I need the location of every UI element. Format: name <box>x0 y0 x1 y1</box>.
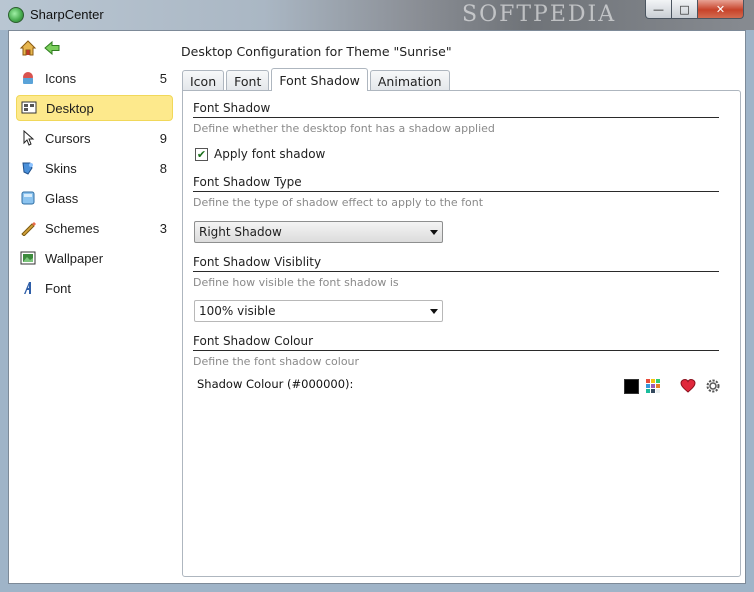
gear-icon[interactable] <box>705 378 721 394</box>
font-shadow-panel: Font Shadow Define whether the desktop f… <box>182 90 741 577</box>
shadow-colour-label: Shadow Colour (#000000): <box>197 377 354 391</box>
tab-font[interactable]: Font <box>226 70 270 91</box>
minimize-button[interactable]: — <box>645 0 672 19</box>
skins-icon <box>20 160 36 176</box>
section-desc-shadow-colour: Define the font shadow colour <box>193 355 360 368</box>
main-content: Desktop Configuration for Theme "Sunrise… <box>179 31 745 583</box>
shadow-colour-swatch[interactable] <box>624 379 639 394</box>
chevron-down-icon <box>430 309 438 314</box>
page-title: Desktop Configuration for Theme "Sunrise… <box>181 44 452 59</box>
sidebar-item-glass[interactable]: Glass <box>16 185 173 211</box>
glass-icon <box>20 190 36 206</box>
tab-icon[interactable]: Icon <box>182 70 225 91</box>
section-desc-font-shadow: Define whether the desktop font has a sh… <box>193 122 495 135</box>
section-desc-shadow-type: Define the type of shadow effect to appl… <box>193 196 484 209</box>
color-palette-icon[interactable] <box>646 379 660 393</box>
sidebar-item-cursors[interactable]: Cursors 9 <box>16 125 173 151</box>
app-icon <box>8 7 24 23</box>
sidebar-item-desktop[interactable]: Desktop <box>16 95 173 121</box>
sidebar-item-font[interactable]: Font <box>16 275 173 301</box>
minimize-icon: — <box>653 2 664 16</box>
checkmark-icon: ✔ <box>196 147 207 161</box>
watermark: SOFTPEDIA <box>462 2 617 27</box>
client-area: Icons 5 Desktop Cursors 9 Skins 8 Glass <box>8 30 746 584</box>
apply-font-shadow-label: Apply font shadow <box>214 147 326 161</box>
sidebar-item-schemes[interactable]: Schemes 3 <box>16 215 173 241</box>
section-title-shadow-colour: Font Shadow Colour <box>193 334 719 351</box>
close-button[interactable]: ✕ <box>697 0 744 19</box>
section-title-font-shadow: Font Shadow <box>193 101 719 118</box>
sidebar-item-label: Font <box>45 280 72 296</box>
sidebar-item-label: Skins <box>45 160 77 176</box>
apply-font-shadow-row[interactable]: ✔ Apply font shadow <box>195 147 325 161</box>
sidebar-item-icons[interactable]: Icons 5 <box>16 65 173 91</box>
title-bar[interactable]: SharpCenter SOFTPEDIA — □ ✕ <box>0 0 754 30</box>
sidebar-item-label: Icons <box>45 70 77 86</box>
home-icon[interactable] <box>19 39 37 57</box>
back-arrow-icon[interactable] <box>43 39 61 57</box>
shadow-type-value: Right Shadow <box>199 225 282 239</box>
section-title-shadow-visibility: Font Shadow Visiblity <box>193 255 719 272</box>
maximize-button[interactable]: □ <box>671 0 698 19</box>
navigation-buttons <box>19 39 61 57</box>
shadow-visibility-value: 100% visible <box>199 304 276 318</box>
sidebar-item-label: Wallpaper <box>45 250 104 266</box>
sidebar-item-label: Schemes <box>45 220 100 236</box>
favorite-heart-icon[interactable] <box>680 378 696 394</box>
shadow-visibility-select[interactable]: 100% visible <box>194 300 443 322</box>
sidebar-item-wallpaper[interactable]: Wallpaper <box>16 245 173 271</box>
desktop-icon <box>21 100 37 116</box>
sidebar-item-count: 8 <box>159 160 167 176</box>
sidebar-item-count: 5 <box>159 70 167 86</box>
font-icon <box>20 280 36 296</box>
schemes-icon <box>20 220 36 236</box>
wallpaper-icon <box>20 250 36 266</box>
section-desc-shadow-visibility: Define how visible the font shadow is <box>193 276 399 289</box>
icons-icon <box>20 70 36 86</box>
tab-animation[interactable]: Animation <box>369 70 450 91</box>
tab-font-shadow[interactable]: Font Shadow <box>271 68 368 91</box>
chevron-down-icon <box>430 230 438 235</box>
sharpcenter-window: SharpCenter SOFTPEDIA — □ ✕ Icons 5 Desk… <box>0 0 754 592</box>
tab-bar: Icon Font Font Shadow Animation <box>182 68 452 91</box>
shadow-type-select[interactable]: Right Shadow <box>194 221 443 243</box>
window-title: SharpCenter <box>30 7 104 22</box>
sidebar: Icons 5 Desktop Cursors 9 Skins 8 Glass <box>9 31 179 583</box>
apply-font-shadow-checkbox[interactable]: ✔ <box>195 147 208 161</box>
sidebar-item-label: Cursors <box>45 130 91 146</box>
maximize-icon: □ <box>679 2 690 16</box>
cursor-icon <box>20 130 36 146</box>
sidebar-item-count: 3 <box>159 220 167 236</box>
close-icon: ✕ <box>715 2 726 16</box>
sidebar-item-label: Desktop <box>46 100 94 116</box>
sidebar-item-skins[interactable]: Skins 8 <box>16 155 173 181</box>
sidebar-item-count: 9 <box>159 130 167 146</box>
sidebar-item-label: Glass <box>45 190 79 206</box>
section-title-shadow-type: Font Shadow Type <box>193 175 719 192</box>
